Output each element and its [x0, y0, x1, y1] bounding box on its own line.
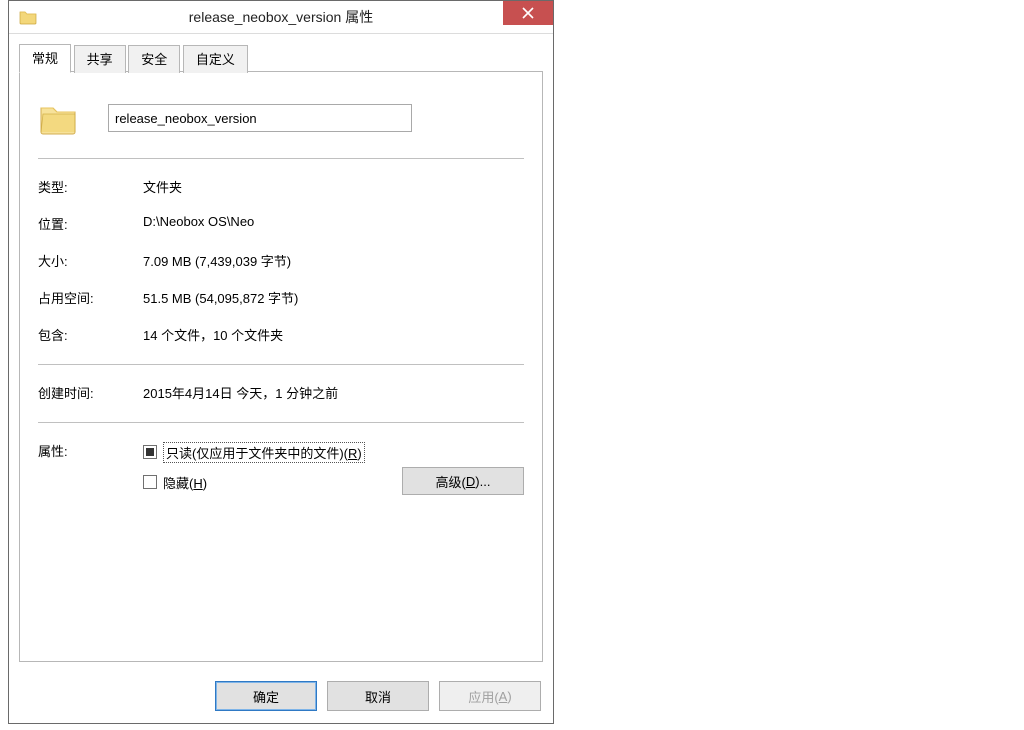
apply-button[interactable]: 应用(A) — [439, 681, 541, 711]
location-label: 位置: — [38, 214, 143, 233]
separator-3 — [38, 422, 524, 423]
row-created: 创建时间: 2015年4月14日 今天，1 分钟之前 — [38, 383, 524, 402]
tab-general[interactable]: 常规 — [19, 44, 71, 73]
contains-label: 包含: — [38, 325, 143, 344]
row-location: 位置: D:\Neobox OS\Neo — [38, 214, 524, 233]
size-value: 7.09 MB (7,439,039 字节) — [143, 251, 524, 270]
readonly-checkbox[interactable] — [143, 445, 157, 459]
row-contains: 包含: 14 个文件，10 个文件夹 — [38, 325, 524, 344]
tab-custom[interactable]: 自定义 — [183, 45, 248, 73]
cancel-button[interactable]: 取消 — [327, 681, 429, 711]
separator-2 — [38, 364, 524, 365]
general-panel: 类型: 文件夹 位置: D:\Neobox OS\Neo 大小: 7.09 MB… — [19, 72, 543, 662]
window-title: release_neobox_version 属性 — [9, 7, 553, 27]
header-row — [38, 90, 524, 146]
size-label: 大小: — [38, 251, 143, 270]
created-value: 2015年4月14日 今天，1 分钟之前 — [143, 383, 524, 402]
folder-name-input[interactable] — [108, 104, 412, 132]
tab-strip: 常规 共享 安全 自定义 — [19, 44, 543, 72]
advanced-button[interactable]: 高级(D)... — [402, 467, 524, 495]
close-button[interactable] — [503, 1, 553, 25]
tab-share[interactable]: 共享 — [74, 45, 126, 73]
separator-1 — [38, 158, 524, 159]
readonly-label: 只读(仅应用于文件夹中的文件)(R) — [163, 442, 365, 463]
row-size-on-disk: 占用空间: 51.5 MB (54,095,872 字节) — [38, 288, 524, 307]
row-type: 类型: 文件夹 — [38, 177, 524, 196]
close-icon — [522, 7, 534, 19]
attributes-block: 属性: 只读(仅应用于文件夹中的文件)(R) 隐藏(H) 高级(D)... — [38, 441, 524, 501]
folder-large-icon — [38, 98, 78, 138]
location-value: D:\Neobox OS\Neo — [143, 214, 524, 233]
tab-security[interactable]: 安全 — [128, 45, 180, 73]
type-value: 文件夹 — [143, 177, 524, 196]
properties-dialog: release_neobox_version 属性 常规 共享 安全 自定义 — [8, 0, 554, 724]
contains-value: 14 个文件，10 个文件夹 — [143, 325, 524, 344]
readonly-row[interactable]: 只读(仅应用于文件夹中的文件)(R) — [143, 441, 524, 463]
attr-label: 属性: — [38, 441, 143, 501]
created-label: 创建时间: — [38, 383, 143, 402]
row-size: 大小: 7.09 MB (7,439,039 字节) — [38, 251, 524, 270]
ondisk-label: 占用空间: — [38, 288, 143, 307]
ondisk-value: 51.5 MB (54,095,872 字节) — [143, 288, 524, 307]
hidden-label: 隐藏(H) — [163, 473, 207, 492]
type-label: 类型: — [38, 177, 143, 196]
dialog-footer: 确定 取消 应用(A) — [215, 681, 541, 711]
titlebar[interactable]: release_neobox_version 属性 — [9, 1, 553, 34]
hidden-checkbox[interactable] — [143, 475, 157, 489]
ok-button[interactable]: 确定 — [215, 681, 317, 711]
